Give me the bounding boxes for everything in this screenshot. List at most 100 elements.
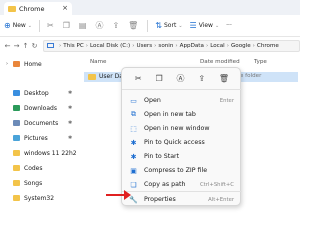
zip-icon: ▣: [130, 166, 137, 175]
sidebar-item-pictures[interactable]: Pictures ✱: [6, 133, 72, 143]
sidebar-item-label: Home: [24, 60, 42, 68]
back-arrow-icon[interactable]: ←: [3, 42, 12, 50]
menu-item-pin-to-start[interactable]: ✱ Pin to Start: [122, 150, 242, 163]
chevron-right-icon: ›: [205, 42, 209, 49]
sidebar-item-system32[interactable]: System32: [6, 193, 54, 203]
breadcrumb-item[interactable]: Local: [210, 43, 225, 49]
context-menu: ✂ ❐ Ⓐ ⇪ 🗑 ▭ Open Enter ⧉ Open in new tab…: [121, 67, 242, 206]
more-icon: ···: [226, 22, 232, 29]
breadcrumb-item[interactable]: Local Disk (C:): [90, 43, 130, 49]
breadcrumb-item[interactable]: Google: [231, 43, 251, 49]
pin-icon: ✱: [130, 138, 137, 147]
command-bar: ⊕ New ⌄ ✂ ❐ ▤ Ⓐ ⇪ 🗑 ⇅ Sort ⌄ ☰ View ⌄ ··…: [0, 15, 300, 37]
menu-item-open-in-new-window[interactable]: ⬚ Open in new window: [122, 122, 242, 135]
sidebar-item-downloads[interactable]: Downloads ✱: [6, 103, 72, 113]
downloads-icon: [13, 105, 20, 111]
sidebar-item-label: Pictures: [24, 134, 48, 142]
sidebar-item-label: Desktop: [24, 89, 49, 97]
breadcrumb-item[interactable]: This PC: [63, 43, 84, 49]
copy-button[interactable]: ❐: [63, 21, 72, 30]
menu-item-label: Copy as path: [144, 181, 186, 188]
title-bar: Chrome ×: [0, 0, 300, 15]
view-label: View: [198, 22, 213, 29]
menu-item-label: Open: [144, 97, 161, 104]
tab-chrome[interactable]: Chrome ×: [4, 2, 72, 15]
menu-item-copy-as-path[interactable]: ❏ Copy as path Ctrl+Shift+C: [122, 178, 242, 191]
chevron-down-icon: ⌄: [178, 22, 183, 29]
view-icon: ☰: [189, 21, 197, 30]
chevron-right-icon: ›: [154, 42, 157, 49]
share-icon[interactable]: ⇪: [198, 74, 205, 83]
chevron-right-icon: ›: [59, 42, 62, 49]
menu-item-open[interactable]: ▭ Open Enter: [122, 94, 242, 107]
open-icon: ▭: [130, 96, 137, 105]
sidebar-item-home[interactable]: › Home: [6, 59, 42, 69]
breadcrumb-item[interactable]: Users: [136, 43, 152, 49]
menu-item-compress-to-zip[interactable]: ▣ Compress to ZIP file: [122, 164, 242, 177]
annotation-arrow-icon: [106, 190, 131, 200]
address-row: ← → ↑ ↻ › This PC › Local Disk (C:) › Us…: [0, 37, 300, 54]
forward-arrow-icon[interactable]: →: [12, 42, 21, 50]
sort-button[interactable]: ⇅ Sort ⌄: [155, 21, 182, 30]
copy-path-icon: ❏: [130, 180, 137, 189]
more-button[interactable]: ···: [226, 22, 232, 29]
share-button[interactable]: ⇪: [112, 21, 121, 30]
column-header-name[interactable]: Name: [90, 59, 107, 65]
new-button[interactable]: ⊕ New ⌄: [4, 21, 32, 30]
delete-icon: 🗑: [128, 21, 139, 30]
sidebar-item-desktop[interactable]: Desktop ✱: [6, 88, 72, 98]
cut-button[interactable]: ✂: [47, 21, 56, 30]
sidebar-item-songs[interactable]: Songs: [6, 178, 42, 188]
menu-item-shortcut: Enter: [219, 97, 234, 104]
menu-item-label: Pin to Start: [144, 153, 180, 160]
sidebar-item-documents[interactable]: Documents ✱: [6, 118, 72, 128]
folder-icon: [88, 74, 96, 80]
address-bar[interactable]: › This PC › Local Disk (C:) › Users › so…: [43, 39, 300, 52]
column-header-date-modified[interactable]: Date modified: [200, 59, 240, 65]
rename-icon: Ⓐ: [95, 21, 104, 30]
chevron-right-icon[interactable]: ›: [6, 61, 13, 67]
refresh-icon[interactable]: ↻: [30, 42, 39, 50]
menu-item-label: Properties: [144, 196, 176, 203]
view-button[interactable]: ☰ View ⌄: [190, 21, 220, 30]
folder-icon: [8, 5, 16, 12]
copy-icon[interactable]: ❐: [155, 74, 162, 83]
menu-item-shortcut: Alt+Enter: [208, 196, 234, 203]
rename-icon[interactable]: Ⓐ: [176, 73, 184, 84]
breadcrumb-item[interactable]: Chrome: [257, 43, 279, 49]
pin-icon: ✱: [130, 152, 137, 161]
column-header-type[interactable]: Type: [254, 59, 267, 65]
sidebar-item-label: windows 11 22h2: [24, 149, 77, 157]
sidebar-item-label: Codes: [24, 164, 43, 172]
sort-icon: ⇅: [155, 21, 162, 30]
sidebar-item-codes[interactable]: Codes: [6, 163, 43, 173]
paste-button[interactable]: ▤: [79, 21, 89, 30]
menu-item-label: Pin to Quick access: [144, 139, 205, 146]
sidebar-item-windows-11-22h2[interactable]: windows 11 22h2: [6, 148, 77, 158]
documents-icon: [13, 120, 20, 126]
chevron-down-icon: ⌄: [27, 22, 32, 29]
this-pc-icon: [47, 43, 54, 48]
rename-button[interactable]: Ⓐ: [95, 20, 105, 31]
folder-icon: [13, 180, 20, 186]
copy-icon: ❐: [62, 21, 70, 30]
menu-item-pin-to-quick-access[interactable]: ✱ Pin to Quick access: [122, 136, 242, 149]
new-label: New: [12, 22, 26, 29]
up-arrow-icon[interactable]: ↑: [21, 42, 30, 50]
pin-icon: ✱: [68, 135, 73, 141]
delete-icon[interactable]: 🗑: [219, 74, 229, 83]
chevron-right-icon: ›: [132, 42, 135, 49]
menu-item-properties[interactable]: 🔧 Properties Alt+Enter: [122, 193, 242, 206]
breadcrumb-item[interactable]: sonin: [158, 43, 173, 49]
cut-icon[interactable]: ✂: [135, 74, 142, 83]
desktop-icon: [13, 90, 20, 96]
close-tab-icon[interactable]: ×: [62, 4, 68, 12]
sidebar-item-label: System32: [24, 194, 55, 202]
delete-button[interactable]: 🗑: [128, 21, 140, 30]
menu-item-open-in-new-tab[interactable]: ⧉ Open in new tab: [122, 108, 242, 121]
divider: [39, 19, 40, 32]
breadcrumb-item[interactable]: AppData: [180, 43, 204, 49]
sidebar-item-label: Downloads: [24, 104, 57, 112]
pin-icon: ✱: [68, 90, 73, 96]
chevron-right-icon: ›: [252, 42, 255, 49]
